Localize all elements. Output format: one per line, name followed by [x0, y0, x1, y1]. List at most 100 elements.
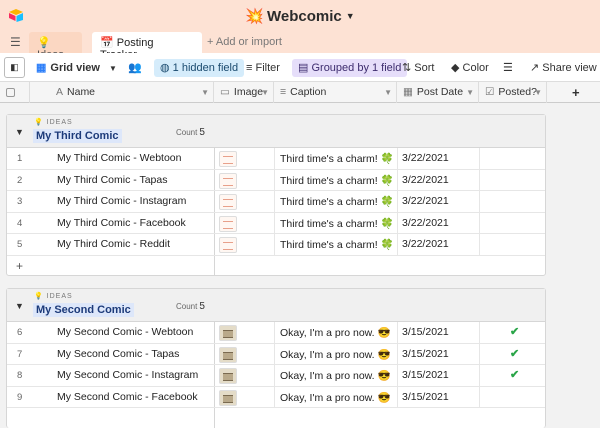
post-date-cell[interactable]: 3/15/2021	[402, 369, 449, 381]
caption-cell[interactable]: Third time's a charm! 🍀	[280, 238, 394, 251]
image-thumbnail-icon[interactable]	[219, 325, 237, 341]
caption-cell[interactable]: Third time's a charm! 🍀	[280, 217, 394, 230]
color-label: Color	[462, 62, 489, 74]
caption-cell[interactable]: Okay, I'm a pro now. 😎	[280, 326, 391, 339]
name-cell[interactable]: My Second Comic - Webtoon	[57, 326, 193, 338]
calendar-icon: ▦	[403, 86, 413, 98]
post-date-cell[interactable]: 3/15/2021	[402, 348, 449, 360]
color-button[interactable]: ◆ Color	[451, 59, 489, 77]
row-height-button[interactable]: ☰	[503, 59, 513, 77]
chevron-down-icon[interactable]: ▼	[201, 82, 209, 103]
group-header[interactable]: ▼ 💡 IDEAS My Second Comic Count 5	[7, 289, 545, 322]
table-row[interactable]: 5 My Third Comic - Reddit Third time's a…	[7, 234, 545, 256]
column-header-post-date[interactable]: ▦ Post Date ▼	[397, 82, 479, 103]
name-cell[interactable]: My Third Comic - Reddit	[57, 238, 170, 250]
image-thumbnail-icon[interactable]	[219, 151, 237, 167]
post-date-cell[interactable]: 3/15/2021	[402, 326, 449, 338]
group-field-label: 💡 IDEAS	[34, 119, 73, 126]
posted-checkbox[interactable]: ✔	[510, 368, 519, 381]
caption-cell[interactable]: Okay, I'm a pro now. 😎	[280, 369, 391, 382]
chevron-down-icon[interactable]: ▼	[261, 82, 269, 103]
hamburger-menu-icon[interactable]: ☰	[10, 35, 21, 49]
table-row[interactable]: 8 My Second Comic - Instagram Okay, I'm …	[7, 365, 545, 387]
add-record-button[interactable]: +	[7, 256, 545, 277]
table-row[interactable]: 6 My Second Comic - Webtoon Okay, I'm a …	[7, 322, 545, 344]
tab-posting-tracker[interactable]: 📅 Posting Tracker▼	[92, 32, 202, 61]
view-switcher[interactable]: ▦ Grid view ▼ 👥	[36, 59, 142, 77]
post-date-cell[interactable]: 3/15/2021	[402, 391, 449, 403]
cell-divider	[397, 234, 398, 255]
posted-checkbox[interactable]: ✔	[510, 325, 519, 338]
caption-cell[interactable]: Okay, I'm a pro now. 😎	[280, 391, 391, 404]
cell-divider	[397, 365, 398, 386]
text-field-icon: A	[56, 86, 64, 98]
share-view-button[interactable]: ↗ Share view	[530, 59, 597, 77]
table-row[interactable]: 3 My Third Comic - Instagram Third time'…	[7, 191, 545, 213]
cell-divider	[479, 169, 480, 190]
add-field-button[interactable]: +	[572, 85, 580, 100]
post-date-cell[interactable]: 3/22/2021	[402, 174, 449, 186]
collapse-arrow-icon[interactable]: ▼	[15, 127, 24, 137]
column-header-caption[interactable]: ≡ Caption ▼	[274, 82, 397, 103]
posted-checkbox[interactable]: ✔	[510, 347, 519, 360]
image-thumbnail-icon[interactable]	[219, 172, 237, 189]
chevron-down-icon[interactable]: ▼	[384, 82, 392, 103]
filter-button[interactable]: ≡ Filter	[246, 59, 280, 77]
row-number: 3	[17, 196, 23, 207]
select-all-checkbox[interactable]	[0, 82, 30, 103]
count-value: 5	[199, 301, 205, 312]
post-date-cell[interactable]: 3/22/2021	[402, 217, 449, 229]
view-name: Grid view	[50, 62, 100, 74]
tab-ideas[interactable]: 💡 Ideas	[29, 32, 82, 61]
image-thumbnail-icon[interactable]	[219, 215, 237, 232]
name-cell[interactable]: My Third Comic - Webtoon	[57, 152, 181, 164]
name-cell[interactable]: My Second Comic - Tapas	[57, 348, 179, 360]
post-date-cell[interactable]: 3/22/2021	[402, 152, 449, 164]
group-header[interactable]: ▼ 💡 IDEAS My Third Comic Count 5	[7, 115, 545, 148]
group-value: My Third Comic	[33, 129, 122, 143]
name-cell[interactable]: My Second Comic - Instagram	[57, 369, 198, 381]
row-number: 4	[17, 217, 23, 229]
column-header-image[interactable]: ▭ Image ▼	[214, 82, 274, 103]
chevron-down-icon[interactable]: ▼	[466, 82, 474, 103]
table-row[interactable]: 9 My Second Comic - Facebook Okay, I'm a…	[7, 386, 545, 408]
table-row[interactable]: 2 My Third Comic - Tapas Third time's a …	[7, 169, 545, 191]
image-thumbnail-icon[interactable]	[219, 389, 237, 406]
group-button[interactable]: ▤ Grouped by 1 field	[292, 59, 408, 77]
record-group: ▼ 💡 IDEAS My Second Comic Count 5 6 My Se…	[6, 288, 546, 428]
column-header-name[interactable]: A Name ▼	[30, 82, 214, 103]
name-cell[interactable]: My Second Comic - Facebook	[57, 391, 198, 403]
post-date-cell[interactable]: 3/22/2021	[402, 195, 449, 207]
caption-cell[interactable]: Third time's a charm! 🍀	[280, 152, 394, 165]
image-thumbnail-icon[interactable]	[219, 368, 237, 384]
row-number: 2	[17, 174, 23, 186]
sidebar-toggle-button[interactable]: ◧	[4, 57, 25, 78]
hide-fields-button[interactable]: ◍ 1 hidden field	[154, 59, 245, 77]
image-thumbnail-icon[interactable]	[219, 237, 237, 253]
image-thumbnail-icon[interactable]	[219, 346, 237, 363]
table-row[interactable]: 1 My Third Comic - Webtoon Third time's …	[7, 148, 545, 170]
image-thumbnail-icon[interactable]	[219, 194, 237, 210]
post-date-cell[interactable]: 3/22/2021	[402, 238, 449, 250]
hide-fields-label: 1 hidden field	[172, 62, 239, 74]
row-number: 8	[17, 370, 23, 381]
caption-cell[interactable]: Third time's a charm! 🍀	[280, 195, 394, 208]
table-row[interactable]: 4 My Third Comic - Facebook Third time's…	[7, 212, 545, 234]
add-or-import-button[interactable]: + Add or import	[207, 36, 282, 48]
collaborators-icon[interactable]: 👥	[128, 62, 142, 74]
long-text-icon: ≡	[280, 86, 287, 98]
column-header-posted[interactable]: ☑ Posted? ▼	[479, 82, 547, 103]
cell-divider	[479, 212, 480, 233]
name-cell[interactable]: My Third Comic - Facebook	[57, 217, 186, 229]
collapse-arrow-icon[interactable]: ▼	[15, 301, 24, 311]
chevron-down-icon[interactable]: ▼	[534, 82, 542, 103]
record-group: ▼ 💡 IDEAS My Third Comic Count 5 1 My Thi…	[6, 114, 546, 276]
top-bar: 💥 Webcomic ▼	[0, 0, 600, 30]
base-title[interactable]: 💥 Webcomic ▼	[0, 7, 600, 25]
caption-cell[interactable]: Third time's a charm! 🍀	[280, 174, 394, 187]
sort-button[interactable]: ⇅ Sort	[402, 59, 434, 77]
name-cell[interactable]: My Third Comic - Tapas	[57, 174, 167, 186]
name-cell[interactable]: My Third Comic - Instagram	[57, 195, 186, 207]
caption-cell[interactable]: Okay, I'm a pro now. 😎	[280, 348, 391, 361]
table-row[interactable]: 7 My Second Comic - Tapas Okay, I'm a pr…	[7, 343, 545, 365]
